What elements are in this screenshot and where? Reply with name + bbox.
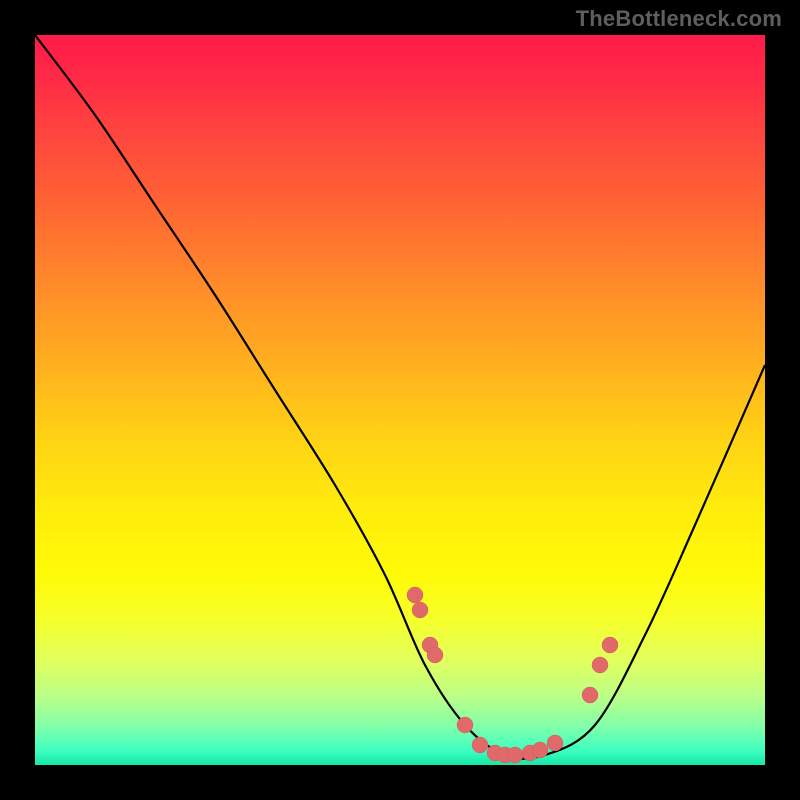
sample-points-group	[407, 587, 618, 763]
sample-point	[457, 717, 473, 733]
sample-point	[532, 742, 548, 758]
sample-point	[547, 735, 563, 751]
sample-point	[602, 637, 618, 653]
sample-point	[407, 587, 423, 603]
sample-point	[427, 647, 443, 663]
bottleneck-curve-svg	[35, 35, 765, 765]
bottleneck-curve	[35, 35, 765, 759]
watermark-text: TheBottleneck.com	[576, 6, 782, 32]
sample-point	[592, 657, 608, 673]
chart-frame: TheBottleneck.com	[0, 0, 800, 800]
plot-area	[35, 35, 765, 765]
sample-point	[507, 747, 523, 763]
sample-point	[412, 602, 428, 618]
sample-point	[582, 687, 598, 703]
sample-point	[472, 737, 488, 753]
